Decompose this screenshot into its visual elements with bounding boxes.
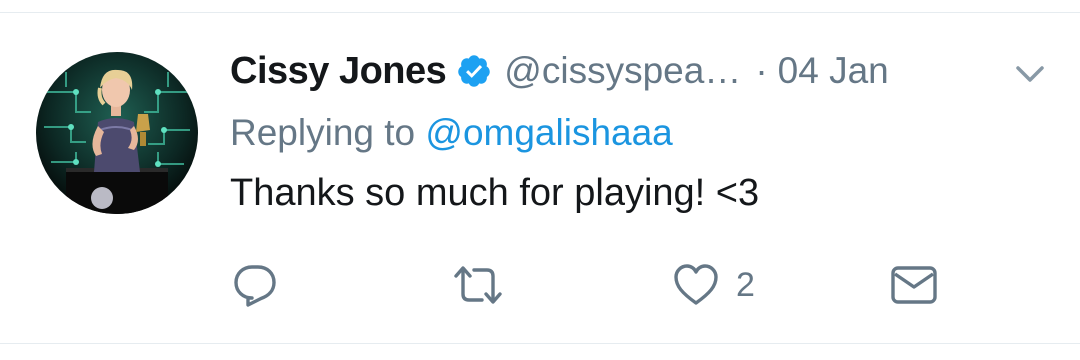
reply-icon bbox=[234, 265, 276, 307]
chevron-down-icon[interactable] bbox=[1012, 62, 1048, 86]
replying-to-mention[interactable]: @omgalishaaa bbox=[425, 112, 672, 153]
tweet-date[interactable]: 04 Jan bbox=[778, 50, 889, 92]
tweet-text: Thanks so much for playing! <3 bbox=[230, 172, 760, 214]
like-button[interactable]: 2 bbox=[672, 262, 755, 308]
like-count: 2 bbox=[736, 265, 755, 304]
avatar-image bbox=[36, 52, 198, 214]
retweet-button[interactable] bbox=[452, 262, 520, 308]
direct-message-button[interactable] bbox=[890, 262, 954, 308]
reply-button[interactable] bbox=[232, 262, 294, 308]
envelope-icon bbox=[891, 266, 937, 304]
retweet-icon bbox=[454, 266, 502, 304]
replying-prefix: Replying to bbox=[230, 112, 416, 153]
heart-icon bbox=[674, 264, 718, 305]
bottom-divider bbox=[0, 343, 1080, 344]
tweet-header: Cissy Jones @cissyspea… · 04 Jan bbox=[230, 46, 889, 96]
header-separator: · bbox=[755, 50, 768, 91]
top-divider bbox=[0, 12, 1080, 13]
tweet-card[interactable]: Cissy Jones @cissyspea… · 04 Jan Replyin… bbox=[0, 0, 1080, 360]
user-handle[interactable]: @cissyspea… bbox=[504, 50, 741, 92]
verified-badge-icon bbox=[456, 53, 492, 89]
avatar[interactable] bbox=[36, 52, 198, 214]
replying-to: Replying to @omgalishaaa bbox=[230, 112, 673, 154]
display-name[interactable]: Cissy Jones bbox=[230, 50, 447, 93]
